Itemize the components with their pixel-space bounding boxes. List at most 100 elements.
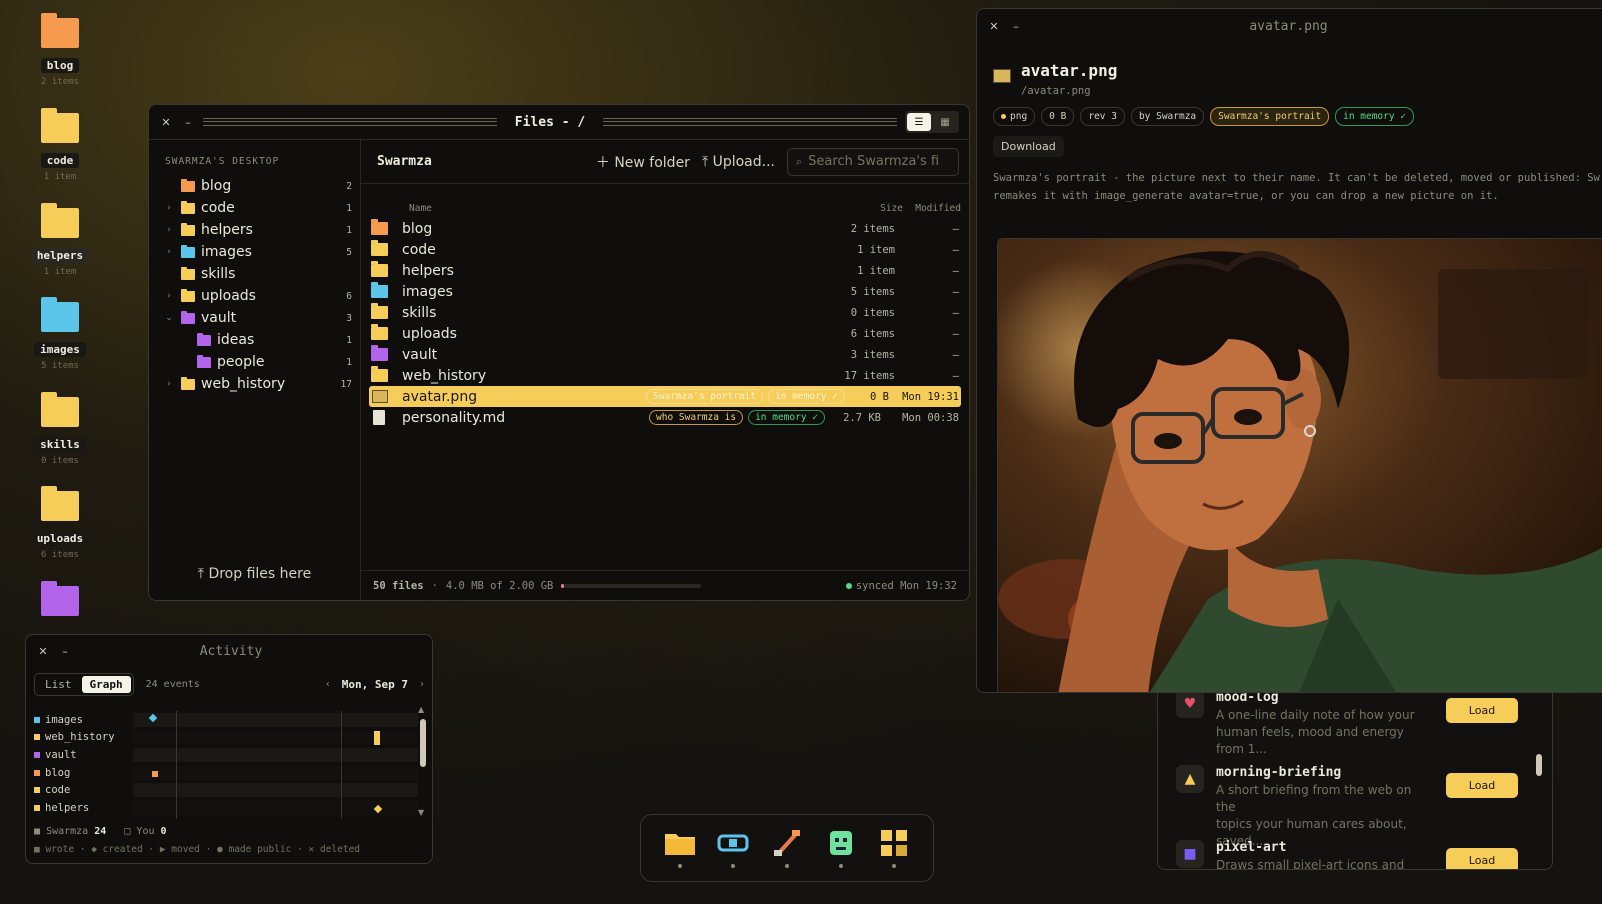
scrollbar-thumb[interactable] xyxy=(420,719,426,767)
search-input[interactable] xyxy=(808,154,949,169)
list-view-icon[interactable]: ☰ xyxy=(907,113,932,131)
activity-titlebar[interactable]: ✕ – Activity xyxy=(26,635,432,667)
file-name: images xyxy=(402,283,453,300)
sidebar-item-images[interactable]: › images 5 xyxy=(149,241,360,263)
desktop-icon-blog[interactable]: blog 2 items xyxy=(20,13,100,87)
lane-color-key xyxy=(34,716,40,723)
load-button[interactable]: Load xyxy=(1446,848,1518,869)
breadcrumb[interactable]: Swarmza xyxy=(377,154,584,169)
chevron-right-icon[interactable]: › xyxy=(161,203,177,213)
file-row-code[interactable]: code 1 item – xyxy=(369,239,961,260)
chevron-right-icon[interactable]: › xyxy=(161,291,177,301)
desktop-icon-skills[interactable]: skills 0 items xyxy=(20,392,100,466)
prompt-desc: Draws small pixel-art icons and sprites xyxy=(1216,857,1434,869)
prompt-desc-line: A short briefing from the web on the xyxy=(1216,783,1412,814)
file-size: 3 items xyxy=(850,348,895,361)
dock-item-agent[interactable] xyxy=(824,828,858,868)
column-headers: Name Size Modified xyxy=(361,184,969,218)
file-row-web-history[interactable]: web_history 17 items – xyxy=(369,365,961,386)
files-titlebar[interactable]: ✕ – Files - / ☰ ▦ xyxy=(149,105,969,139)
prompt-item-pixel-art: ■ pixel-art Draws small pixel-art icons … xyxy=(1176,840,1518,869)
download-button[interactable]: Download xyxy=(993,136,1064,157)
file-row-personality[interactable]: personality.md who Swarmza is in memory … xyxy=(369,407,961,428)
load-button[interactable]: Load xyxy=(1446,698,1518,723)
scrollbar-thumb[interactable] xyxy=(1536,754,1542,776)
close-icon[interactable]: ✕ xyxy=(987,20,1001,33)
sidebar-item-uploads[interactable]: › uploads 6 xyxy=(149,285,360,307)
dock-item-files[interactable] xyxy=(663,828,697,868)
preview-titlebar[interactable]: ✕ – avatar.png xyxy=(977,9,1602,43)
drag-grip[interactable] xyxy=(603,118,898,126)
timeline-gridline xyxy=(176,711,177,819)
new-folder-button[interactable]: ＋ New folder xyxy=(596,152,690,172)
sidebar-item-helpers[interactable]: › helpers 1 xyxy=(149,219,360,241)
dock-item-apps[interactable] xyxy=(877,828,911,868)
desktop-icon-code[interactable]: code 1 item xyxy=(20,108,100,182)
column-size[interactable]: Size xyxy=(833,203,903,214)
lane-images: images xyxy=(34,711,418,729)
desktop-icon-uploads[interactable]: uploads 6 items xyxy=(20,486,100,560)
drop-zone[interactable]: ⤒ Drop files here xyxy=(149,566,360,582)
scrollbar[interactable] xyxy=(1534,710,1544,860)
file-name: blog xyxy=(402,220,433,237)
sidebar-item-vault[interactable]: ⌄ vault 3 xyxy=(149,307,360,329)
sidebar-item-skills[interactable]: skills xyxy=(149,263,360,285)
chevron-down-icon[interactable]: ⌄ xyxy=(161,313,177,323)
sidebar-item-people[interactable]: people 1 xyxy=(149,351,360,373)
chevron-right-icon[interactable]: › xyxy=(161,225,177,235)
event-marker[interactable] xyxy=(374,731,380,745)
file-row-skills[interactable]: skills 0 items – xyxy=(369,302,961,323)
swarmza-square-icon: ■ xyxy=(34,826,41,837)
desktop-icon-vault[interactable] xyxy=(20,581,100,620)
window-title: Files - / xyxy=(514,114,586,130)
sidebar-item-label: code xyxy=(201,200,235,216)
file-row-blog[interactable]: blog 2 items – xyxy=(369,218,961,239)
revision-chip: rev 3 xyxy=(1080,107,1125,126)
scrollbar[interactable]: ▲ ▼ xyxy=(418,705,428,817)
scroll-up-icon[interactable]: ▲ xyxy=(418,705,424,714)
close-icon[interactable]: ✕ xyxy=(36,645,50,658)
activity-totals: ■ Swarmza 24 □ You 0 xyxy=(34,826,167,837)
tab-graph[interactable]: Graph xyxy=(81,676,131,693)
tab-list[interactable]: List xyxy=(37,676,80,693)
close-icon[interactable]: ✕ xyxy=(159,116,173,129)
chevron-right-icon[interactable]: › xyxy=(420,679,424,690)
folder-icon xyxy=(371,240,388,256)
sidebar-item-web-history[interactable]: › web_history 17 xyxy=(149,373,360,395)
minimize-icon[interactable]: – xyxy=(181,116,195,129)
file-row-uploads[interactable]: uploads 6 items – xyxy=(369,323,961,344)
file-row-avatar[interactable]: avatar.png Swarmza's portrait in memory … xyxy=(369,386,961,407)
column-modified[interactable]: Modified xyxy=(903,203,961,214)
desktop-icon-count: 1 item xyxy=(43,172,77,182)
dock-item-viewer[interactable] xyxy=(716,828,750,868)
minimize-icon[interactable]: – xyxy=(1009,20,1023,33)
column-name[interactable]: Name xyxy=(369,203,833,214)
dock-item-paint[interactable] xyxy=(770,828,804,868)
file-row-helpers[interactable]: helpers 1 item – xyxy=(369,260,961,281)
sidebar-item-code[interactable]: › code 1 xyxy=(149,197,360,219)
minimize-icon[interactable]: – xyxy=(58,645,72,658)
sidebar-item-ideas[interactable]: ideas 1 xyxy=(149,329,360,351)
upload-button[interactable]: ⤒ Upload... xyxy=(702,154,775,170)
lane-label: vault xyxy=(45,748,77,761)
drag-grip[interactable] xyxy=(203,118,497,126)
file-name: web_history xyxy=(402,367,487,384)
desktop-icon-helpers[interactable]: helpers 1 item xyxy=(20,203,100,277)
file-row-vault[interactable]: vault 3 items – xyxy=(369,344,961,365)
type-dot-icon xyxy=(1001,114,1006,119)
file-row-images[interactable]: images 5 items – xyxy=(369,281,961,302)
load-button[interactable]: Load xyxy=(1446,773,1518,798)
chevron-right-icon[interactable]: › xyxy=(161,379,177,389)
chevron-right-icon[interactable]: › xyxy=(161,247,177,257)
desktop-icon-images[interactable]: images 5 items xyxy=(20,297,100,371)
folder-icon xyxy=(181,310,195,324)
plus-icon: ＋ xyxy=(595,154,615,171)
file-modified: – xyxy=(952,369,959,382)
desktop-icon-label: helpers xyxy=(30,248,90,263)
event-marker[interactable] xyxy=(152,771,158,777)
grid-view-icon[interactable]: ▦ xyxy=(933,113,957,131)
scroll-down-icon[interactable]: ▼ xyxy=(418,808,424,817)
sidebar-item-blog[interactable]: blog 2 xyxy=(149,175,360,197)
sidebar-item-count: 1 xyxy=(346,224,352,236)
chevron-left-icon[interactable]: ‹ xyxy=(326,679,330,690)
